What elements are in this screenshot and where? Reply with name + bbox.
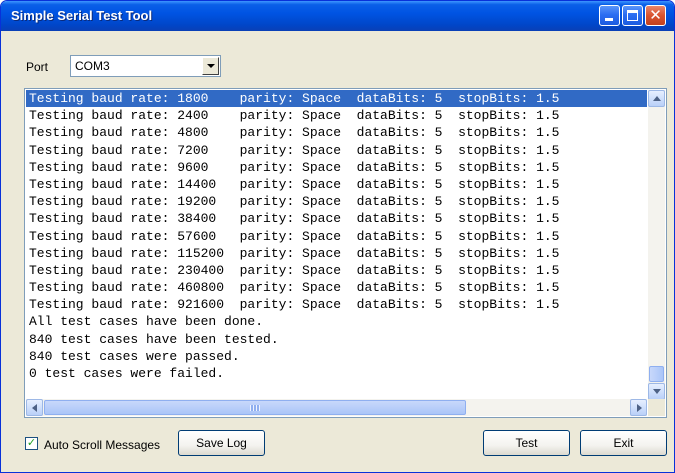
auto-scroll-label[interactable]: Auto Scroll Messages — [44, 438, 160, 452]
log-line[interactable]: Testing baud rate: 921600 parity: Space … — [26, 296, 647, 313]
minimize-icon — [605, 18, 613, 21]
port-label: Port — [26, 60, 49, 74]
log-line[interactable]: Testing baud rate: 1800 parity: Space da… — [26, 90, 647, 108]
log-line[interactable]: Testing baud rate: 57600 parity: Space d… — [26, 228, 647, 245]
scroll-down-button[interactable] — [648, 383, 665, 400]
arrow-left-icon — [32, 404, 37, 412]
window-title: Simple Serial Test Tool — [11, 8, 153, 23]
scrollbar-corner — [648, 399, 665, 416]
log-line[interactable]: 840 test cases have been tested. — [26, 331, 647, 348]
log-line[interactable]: Testing baud rate: 460800 parity: Space … — [26, 279, 647, 296]
vertical-scroll-thumb[interactable] — [649, 366, 664, 382]
close-icon: ✕ — [649, 6, 662, 24]
maximize-button[interactable] — [622, 5, 643, 26]
message-log[interactable]: Testing baud rate: 1800 parity: Space da… — [24, 88, 667, 418]
minimize-button[interactable] — [599, 5, 620, 26]
log-line[interactable]: All test cases have been done. — [26, 313, 647, 330]
log-line[interactable]: Testing baud rate: 2400 parity: Space da… — [26, 107, 647, 124]
close-button[interactable]: ✕ — [645, 5, 666, 26]
maximize-icon — [627, 10, 638, 21]
app-window: Simple Serial Test Tool ✕ Port COM3 Test… — [0, 0, 675, 473]
log-line[interactable]: 0 test cases were failed. — [26, 365, 647, 382]
arrow-up-icon — [653, 96, 661, 101]
log-line[interactable]: Testing baud rate: 19200 parity: Space d… — [26, 193, 647, 210]
exit-button[interactable]: Exit — [580, 430, 667, 456]
vertical-scrollbar[interactable] — [648, 90, 665, 400]
scroll-right-button[interactable] — [630, 399, 647, 416]
log-line[interactable]: Testing baud rate: 9600 parity: Space da… — [26, 159, 647, 176]
title-bar[interactable]: Simple Serial Test Tool ✕ — [1, 1, 674, 31]
scroll-left-button[interactable] — [26, 399, 43, 416]
message-log-content: Testing baud rate: 1800 parity: Space da… — [26, 90, 647, 400]
log-line[interactable]: Testing baud rate: 4800 parity: Space da… — [26, 124, 647, 141]
log-line[interactable]: Testing baud rate: 14400 parity: Space d… — [26, 176, 647, 193]
save-log-button[interactable]: Save Log — [178, 430, 265, 456]
horizontal-scroll-thumb[interactable] — [44, 400, 466, 415]
auto-scroll-checkbox[interactable]: ✓ — [25, 436, 38, 450]
port-select-value: COM3 — [75, 59, 110, 73]
log-line[interactable]: Testing baud rate: 230400 parity: Space … — [26, 262, 647, 279]
chevron-down-icon[interactable] — [202, 57, 219, 75]
log-line[interactable]: Testing baud rate: 38400 parity: Space d… — [26, 210, 647, 227]
test-button[interactable]: Test — [483, 430, 570, 456]
arrow-right-icon — [637, 404, 642, 412]
horizontal-scrollbar[interactable] — [26, 399, 647, 416]
log-line[interactable]: Testing baud rate: 115200 parity: Space … — [26, 245, 647, 262]
log-line[interactable]: Testing baud rate: 7200 parity: Space da… — [26, 142, 647, 159]
log-line[interactable]: 840 test cases were passed. — [26, 348, 647, 365]
scroll-up-button[interactable] — [648, 90, 665, 107]
check-icon: ✓ — [26, 436, 37, 449]
port-select[interactable]: COM3 — [70, 55, 221, 77]
arrow-down-icon — [653, 389, 661, 394]
grip-icon — [250, 405, 260, 411]
